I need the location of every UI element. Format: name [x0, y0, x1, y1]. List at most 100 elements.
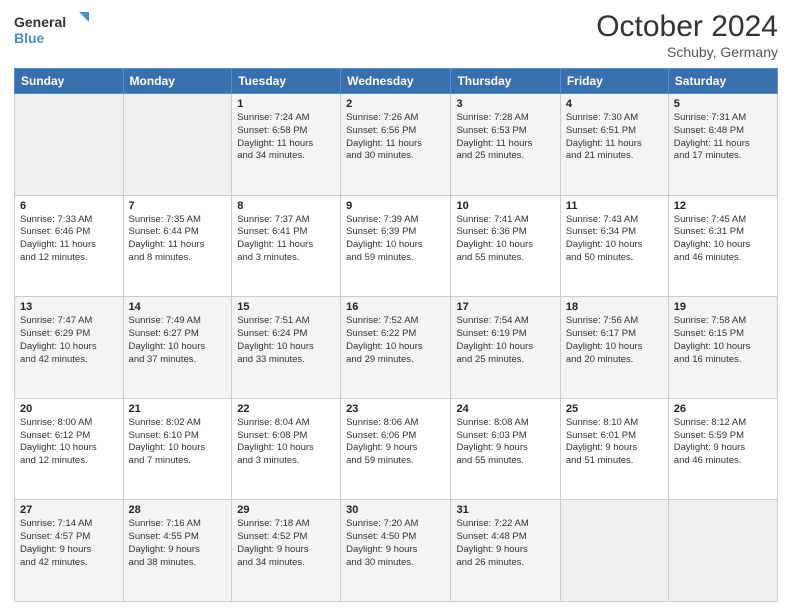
day-number: 3 [456, 98, 554, 110]
day-number: 18 [566, 301, 663, 313]
day-cell: 6 Sunrise: 7:33 AM Sunset: 6:46 PM Daylig… [15, 195, 124, 297]
day-number: 11 [566, 200, 663, 212]
logo-icon: General Blue [14, 10, 94, 50]
week-row-2: 6 Sunrise: 7:33 AM Sunset: 6:46 PM Daylig… [15, 195, 778, 297]
day-number: 16 [346, 301, 445, 313]
day-info: Sunrise: 8:10 AM Sunset: 6:01 PM Dayligh… [566, 417, 663, 468]
day-cell [560, 500, 668, 602]
day-info: Sunrise: 7:45 AM Sunset: 6:31 PM Dayligh… [674, 214, 772, 265]
day-info: Sunrise: 7:51 AM Sunset: 6:24 PM Dayligh… [237, 315, 335, 366]
day-cell: 9 Sunrise: 7:39 AM Sunset: 6:39 PM Daylig… [341, 195, 451, 297]
day-info: Sunrise: 7:18 AM Sunset: 4:52 PM Dayligh… [237, 518, 335, 569]
day-number: 9 [346, 200, 445, 212]
day-cell: 21Sunrise: 8:02 AM Sunset: 6:10 PM Dayli… [123, 398, 232, 500]
day-cell: 4 Sunrise: 7:30 AM Sunset: 6:51 PM Daylig… [560, 94, 668, 196]
day-number: 30 [346, 504, 445, 516]
day-cell: 5 Sunrise: 7:31 AM Sunset: 6:48 PM Daylig… [668, 94, 777, 196]
day-number: 13 [20, 301, 118, 313]
day-info: Sunrise: 7:31 AM Sunset: 6:48 PM Dayligh… [674, 112, 772, 163]
day-cell [123, 94, 232, 196]
col-thursday: Thursday [451, 69, 560, 94]
day-info: Sunrise: 7:41 AM Sunset: 6:36 PM Dayligh… [456, 214, 554, 265]
day-info: Sunrise: 7:56 AM Sunset: 6:17 PM Dayligh… [566, 315, 663, 366]
day-number: 24 [456, 403, 554, 415]
svg-text:General: General [14, 14, 66, 30]
day-info: Sunrise: 8:06 AM Sunset: 6:06 PM Dayligh… [346, 417, 445, 468]
day-info: Sunrise: 7:58 AM Sunset: 6:15 PM Dayligh… [674, 315, 772, 366]
day-cell: 22 Sunrise: 8:04 AM Sunset: 6:08 PM Dayli… [232, 398, 341, 500]
day-cell: 26 Sunrise: 8:12 AM Sunset: 5:59 PM Dayli… [668, 398, 777, 500]
day-cell: 27 Sunrise: 7:14 AM Sunset: 4:57 PM Dayli… [15, 500, 124, 602]
col-monday: Monday [123, 69, 232, 94]
page: General Blue October 2024 Schuby, German… [0, 0, 792, 612]
day-cell: 3 Sunrise: 7:28 AM Sunset: 6:53 PM Daylig… [451, 94, 560, 196]
day-info: Sunrise: 7:28 AM Sunset: 6:53 PM Dayligh… [456, 112, 554, 163]
day-info: Sunrise: 7:24 AM Sunset: 6:58 PM Dayligh… [237, 112, 335, 163]
day-cell: 25Sunrise: 8:10 AM Sunset: 6:01 PM Dayli… [560, 398, 668, 500]
week-row-5: 27 Sunrise: 7:14 AM Sunset: 4:57 PM Dayli… [15, 500, 778, 602]
day-info: Sunrise: 8:12 AM Sunset: 5:59 PM Dayligh… [674, 417, 772, 468]
day-cell: 23 Sunrise: 8:06 AM Sunset: 6:06 PM Dayli… [341, 398, 451, 500]
day-number: 12 [674, 200, 772, 212]
day-number: 28 [129, 504, 227, 516]
col-sunday: Sunday [15, 69, 124, 94]
day-info: Sunrise: 8:08 AM Sunset: 6:03 PM Dayligh… [456, 417, 554, 468]
svg-text:Blue: Blue [14, 30, 45, 46]
day-cell [668, 500, 777, 602]
day-number: 8 [237, 200, 335, 212]
day-cell: 31Sunrise: 7:22 AM Sunset: 4:48 PM Dayli… [451, 500, 560, 602]
day-number: 7 [129, 200, 227, 212]
day-info: Sunrise: 7:16 AM Sunset: 4:55 PM Dayligh… [129, 518, 227, 569]
header-row: Sunday Monday Tuesday Wednesday Thursday… [15, 69, 778, 94]
day-info: Sunrise: 7:39 AM Sunset: 6:39 PM Dayligh… [346, 214, 445, 265]
day-number: 20 [20, 403, 118, 415]
day-cell: 13 Sunrise: 7:47 AM Sunset: 6:29 PM Dayli… [15, 297, 124, 399]
day-cell: 10 Sunrise: 7:41 AM Sunset: 6:36 PM Dayli… [451, 195, 560, 297]
day-cell: 20Sunrise: 8:00 AM Sunset: 6:12 PM Dayli… [15, 398, 124, 500]
day-info: Sunrise: 7:54 AM Sunset: 6:19 PM Dayligh… [456, 315, 554, 366]
week-row-3: 13 Sunrise: 7:47 AM Sunset: 6:29 PM Dayli… [15, 297, 778, 399]
day-info: Sunrise: 7:52 AM Sunset: 6:22 PM Dayligh… [346, 315, 445, 366]
day-number: 2 [346, 98, 445, 110]
day-cell: 15 Sunrise: 7:51 AM Sunset: 6:24 PM Dayli… [232, 297, 341, 399]
col-friday: Friday [560, 69, 668, 94]
month-title: October 2024 [596, 10, 778, 44]
header: General Blue October 2024 Schuby, German… [14, 10, 778, 60]
day-number: 10 [456, 200, 554, 212]
day-cell: 11Sunrise: 7:43 AM Sunset: 6:34 PM Dayli… [560, 195, 668, 297]
day-number: 5 [674, 98, 772, 110]
day-cell: 18 Sunrise: 7:56 AM Sunset: 6:17 PM Dayli… [560, 297, 668, 399]
day-info: Sunrise: 7:49 AM Sunset: 6:27 PM Dayligh… [129, 315, 227, 366]
day-info: Sunrise: 7:47 AM Sunset: 6:29 PM Dayligh… [20, 315, 118, 366]
col-wednesday: Wednesday [341, 69, 451, 94]
day-number: 4 [566, 98, 663, 110]
day-info: Sunrise: 7:33 AM Sunset: 6:46 PM Dayligh… [20, 214, 118, 265]
logo: General Blue [14, 10, 94, 50]
day-number: 15 [237, 301, 335, 313]
day-cell: 1 Sunrise: 7:24 AM Sunset: 6:58 PM Daylig… [232, 94, 341, 196]
day-cell: 28 Sunrise: 7:16 AM Sunset: 4:55 PM Dayli… [123, 500, 232, 602]
col-tuesday: Tuesday [232, 69, 341, 94]
day-number: 14 [129, 301, 227, 313]
location: Schuby, Germany [596, 44, 778, 60]
day-cell: 19Sunrise: 7:58 AM Sunset: 6:15 PM Dayli… [668, 297, 777, 399]
day-number: 6 [20, 200, 118, 212]
day-cell: 29Sunrise: 7:18 AM Sunset: 4:52 PM Dayli… [232, 500, 341, 602]
day-cell: 2 Sunrise: 7:26 AM Sunset: 6:56 PM Daylig… [341, 94, 451, 196]
day-info: Sunrise: 7:35 AM Sunset: 6:44 PM Dayligh… [129, 214, 227, 265]
day-number: 23 [346, 403, 445, 415]
day-number: 17 [456, 301, 554, 313]
day-info: Sunrise: 7:26 AM Sunset: 6:56 PM Dayligh… [346, 112, 445, 163]
week-row-1: 1 Sunrise: 7:24 AM Sunset: 6:58 PM Daylig… [15, 94, 778, 196]
day-cell: 14 Sunrise: 7:49 AM Sunset: 6:27 PM Dayli… [123, 297, 232, 399]
day-cell [15, 94, 124, 196]
day-info: Sunrise: 7:14 AM Sunset: 4:57 PM Dayligh… [20, 518, 118, 569]
day-number: 26 [674, 403, 772, 415]
day-number: 27 [20, 504, 118, 516]
day-cell: 17 Sunrise: 7:54 AM Sunset: 6:19 PM Dayli… [451, 297, 560, 399]
day-number: 1 [237, 98, 335, 110]
day-cell: 8Sunrise: 7:37 AM Sunset: 6:41 PM Daylig… [232, 195, 341, 297]
day-info: Sunrise: 7:30 AM Sunset: 6:51 PM Dayligh… [566, 112, 663, 163]
day-info: Sunrise: 8:04 AM Sunset: 6:08 PM Dayligh… [237, 417, 335, 468]
day-number: 22 [237, 403, 335, 415]
